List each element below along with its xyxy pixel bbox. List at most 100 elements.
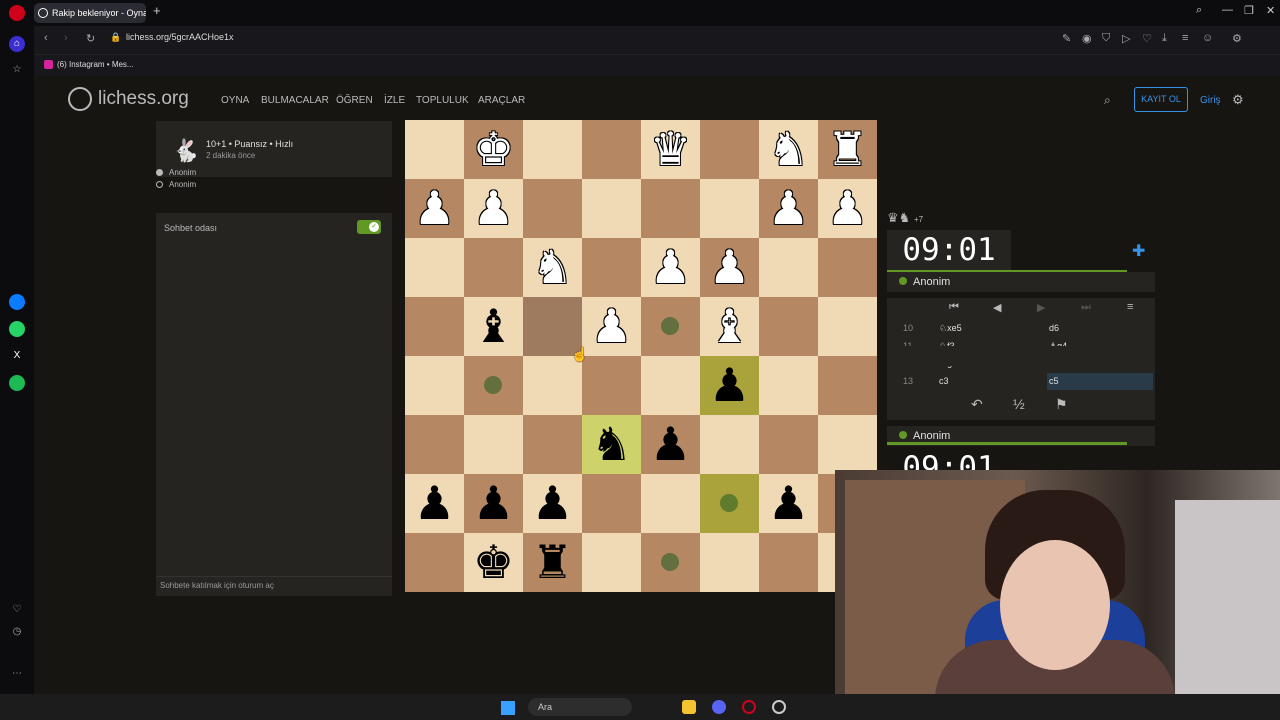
board-square[interactable] (641, 179, 700, 238)
black-pawn-icon[interactable]: ♟ (768, 477, 809, 529)
black-move[interactable]: d6 (1047, 320, 1153, 338)
white-bishop-icon[interactable]: ♝ (709, 300, 750, 352)
add-time-icon[interactable]: ✚ (1132, 241, 1145, 261)
board-square[interactable]: ♟ (700, 238, 759, 297)
board-square[interactable] (464, 356, 523, 415)
move-hint-dot[interactable] (720, 494, 738, 512)
file-explorer-icon[interactable] (682, 700, 696, 714)
forward-icon[interactable]: › (64, 32, 68, 44)
board-square[interactable] (582, 356, 641, 415)
board-square[interactable] (759, 297, 818, 356)
nav-learn[interactable]: ÖĞREN (336, 95, 373, 106)
camera-icon[interactable]: ◉ (1082, 32, 1092, 45)
board-square[interactable] (582, 533, 641, 592)
board-square[interactable]: ♟ (405, 474, 464, 533)
takeback-icon[interactable]: ↶ (971, 396, 983, 413)
black-bishop-icon[interactable]: ♝ (473, 300, 514, 352)
url-field[interactable]: lichess.org/5gcrAACHoe1x (126, 32, 234, 42)
black-pawn-icon[interactable]: ♟ (414, 477, 455, 529)
board-square[interactable] (582, 474, 641, 533)
board-square[interactable]: ♟ (464, 474, 523, 533)
prev-move-icon[interactable]: ◀ (993, 301, 1001, 314)
chess-board[interactable]: ♚ ♛ ♞ ♜ ♟ ♟ ♟ ♟ ♞ ♟ ♟ ♝ ♟ ♝ ♟ ♞ ♟ ♟ ♟ ♟ ♟ ♚ ♜ (405, 120, 877, 592)
board-square[interactable]: ♟ (464, 179, 523, 238)
heart-icon[interactable]: ♡ (9, 602, 25, 618)
account-icon[interactable]: ☺ (1202, 32, 1213, 44)
board-square[interactable]: ♜ (523, 533, 582, 592)
board-square[interactable] (818, 297, 877, 356)
discord-icon[interactable] (712, 700, 726, 714)
board-square[interactable] (700, 533, 759, 592)
board-square[interactable]: ♚ (464, 533, 523, 592)
messenger-icon[interactable] (9, 294, 25, 310)
board-square[interactable] (582, 238, 641, 297)
board-square[interactable] (405, 120, 464, 179)
black-pawn-icon[interactable]: ♟ (532, 477, 573, 529)
bookmark-instagram[interactable]: (6) Instagram • Mes... (44, 60, 134, 70)
white-king-icon[interactable]: ♚ (473, 123, 514, 175)
heart-bookmark-icon[interactable]: ♡ (1142, 32, 1152, 45)
back-icon[interactable]: ‹ (44, 32, 48, 44)
spotify-icon[interactable] (9, 375, 25, 391)
board-square[interactable]: ♝ (700, 297, 759, 356)
board-square[interactable]: ♞ (582, 415, 641, 474)
board-square[interactable] (759, 533, 818, 592)
taskbar-search[interactable]: Ara (528, 698, 632, 716)
board-square[interactable] (582, 120, 641, 179)
nav-community[interactable]: TOPLULUK (416, 95, 469, 106)
play-icon[interactable]: ▷ (1122, 32, 1130, 45)
home-icon[interactable]: ⌂ (9, 36, 25, 52)
white-queen-icon[interactable]: ♛ (650, 123, 691, 175)
board-square[interactable] (818, 356, 877, 415)
nav-play[interactable]: OYNA (221, 95, 249, 106)
board-square[interactable] (405, 238, 464, 297)
board-square[interactable] (641, 533, 700, 592)
board-square[interactable]: ♝ (464, 297, 523, 356)
next-move-icon[interactable]: ▶ (1037, 301, 1045, 314)
black-move[interactable]: c5 (1047, 372, 1153, 390)
windows-start-icon[interactable] (501, 701, 515, 715)
chat-input[interactable]: Sohbete katılmak için oturum aç (156, 576, 392, 596)
white-pawn-icon[interactable]: ♟ (473, 182, 514, 234)
opera-logo-icon[interactable] (9, 5, 25, 21)
menu-icon[interactable]: ≡ (1127, 301, 1133, 313)
black-knight-icon[interactable]: ♞ (591, 418, 632, 470)
board-square[interactable] (759, 415, 818, 474)
board-square[interactable] (641, 474, 700, 533)
board-square[interactable]: ♚ (464, 120, 523, 179)
board-square[interactable] (405, 415, 464, 474)
move-hint-dot[interactable] (484, 376, 502, 394)
board-square[interactable]: ♛ (641, 120, 700, 179)
new-tab-button[interactable]: + (153, 3, 161, 18)
first-move-icon[interactable]: ⏮ (949, 301, 959, 314)
white-knight-icon[interactable]: ♞ (768, 123, 809, 175)
white-move[interactable]: ♘xe5 (939, 320, 962, 338)
resign-flag-icon[interactable]: ⚑ (1055, 396, 1068, 413)
board-square[interactable] (700, 120, 759, 179)
move-hint-dot[interactable] (661, 317, 679, 335)
settings-icon[interactable]: ⚙ (1232, 32, 1242, 45)
browser-tab[interactable]: Rakip bekleniyor - Oyna / (34, 3, 146, 23)
board-square[interactable] (700, 474, 759, 533)
black-rook-icon[interactable]: ♜ (532, 536, 573, 588)
board-square[interactable] (641, 297, 700, 356)
white-pawn-icon[interactable]: ♟ (768, 182, 809, 234)
opera-icon[interactable] (742, 700, 756, 714)
board-square[interactable] (523, 415, 582, 474)
nav-watch[interactable]: İZLE (384, 95, 405, 106)
white-pawn-icon[interactable]: ♟ (827, 182, 868, 234)
history-icon[interactable]: ◷ (9, 624, 25, 640)
x-twitter-icon[interactable]: X (9, 348, 25, 364)
chat-toggle[interactable]: ✓ (357, 220, 381, 234)
board-square[interactable] (523, 356, 582, 415)
move-hint-dot[interactable] (661, 553, 679, 571)
black-pawn-icon[interactable]: ♟ (709, 359, 750, 411)
lichess-logo[interactable]: lichess.org (68, 87, 189, 111)
nav-tools[interactable]: ARAÇLAR (478, 95, 525, 106)
login-link[interactable]: Giriş (1200, 95, 1221, 106)
board-square[interactable] (523, 120, 582, 179)
signup-button[interactable]: KAYIT OL (1134, 87, 1188, 112)
board-square[interactable] (641, 356, 700, 415)
board-square[interactable] (405, 297, 464, 356)
close-icon[interactable]: ✕ (1266, 4, 1275, 17)
